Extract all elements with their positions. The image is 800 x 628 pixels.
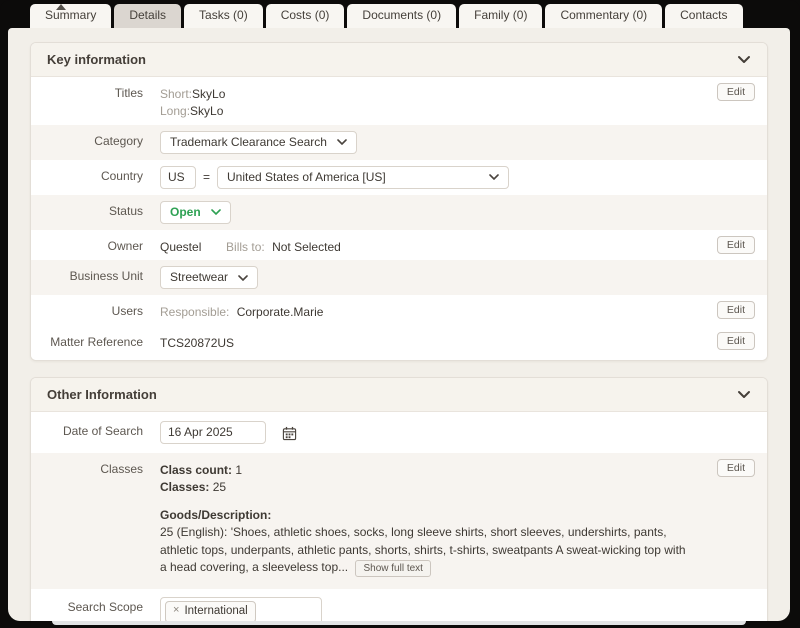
class-count-value: 1 bbox=[235, 463, 242, 477]
category-selected-value: Trademark Clearance Search bbox=[170, 134, 327, 151]
matter-reference-value: TCS20872US bbox=[160, 336, 234, 350]
chevron-down-icon bbox=[489, 174, 499, 180]
tab-details[interactable]: Details bbox=[114, 4, 181, 28]
chevron-down-icon[interactable] bbox=[737, 55, 751, 64]
long-title-prefix: Long: bbox=[160, 104, 190, 118]
owner-row: Owner Questel Bills to: Not Selected Edi… bbox=[31, 230, 767, 260]
country-select[interactable]: United States of America [US] bbox=[217, 166, 509, 189]
chevron-down-icon bbox=[211, 209, 221, 215]
search-scope-label: Search Scope bbox=[45, 595, 143, 616]
status-selected-value: Open bbox=[170, 204, 201, 221]
edit-titles-button[interactable]: Edit bbox=[717, 83, 755, 101]
chevron-down-icon bbox=[337, 139, 347, 145]
category-select[interactable]: Trademark Clearance Search bbox=[160, 131, 357, 154]
tab-summary[interactable]: Summary bbox=[30, 4, 111, 28]
business-unit-label: Business Unit bbox=[45, 264, 143, 285]
titles-row: Titles Short:SkyLo Long:SkyLo Edit bbox=[31, 77, 767, 125]
matter-reference-row: Matter Reference TCS20872US Edit bbox=[31, 326, 767, 360]
edit-users-button[interactable]: Edit bbox=[717, 301, 755, 319]
show-full-text-button[interactable]: Show full text bbox=[355, 560, 430, 577]
tab-costs[interactable]: Costs (0) bbox=[266, 4, 345, 28]
owner-label: Owner bbox=[45, 234, 143, 255]
country-selected-value: United States of America [US] bbox=[227, 169, 386, 186]
date-of-search-input[interactable] bbox=[160, 421, 266, 444]
users-row: Users Responsible: Corporate.Marie Edit bbox=[31, 295, 767, 325]
classes-label: Classes bbox=[45, 457, 143, 478]
tab-family[interactable]: Family (0) bbox=[459, 4, 542, 28]
business-unit-row: Business Unit Streetwear bbox=[31, 260, 767, 295]
matter-reference-label: Matter Reference bbox=[45, 330, 143, 351]
edit-owner-button[interactable]: Edit bbox=[717, 236, 755, 254]
key-information-header[interactable]: Key information bbox=[31, 43, 767, 77]
tab-bar: Summary Details Tasks (0) Costs (0) Docu… bbox=[8, 4, 790, 28]
bills-to-prefix: Bills to: bbox=[226, 240, 265, 254]
chevron-down-icon[interactable] bbox=[737, 390, 751, 399]
country-row: Country = United States of America [US] bbox=[31, 160, 767, 195]
category-row: Category Trademark Clearance Search bbox=[31, 125, 767, 160]
other-information-header[interactable]: Other Information bbox=[31, 378, 767, 412]
responsible-value: Corporate.Marie bbox=[237, 305, 324, 319]
classes-prefix: Classes: bbox=[160, 480, 209, 494]
short-title-prefix: Short: bbox=[160, 87, 192, 101]
other-information-panel: Other Information Date of Search bbox=[30, 377, 768, 621]
tab-commentary[interactable]: Commentary (0) bbox=[545, 4, 662, 28]
chevron-down-icon bbox=[238, 275, 248, 281]
remove-tag-icon[interactable]: × bbox=[173, 603, 179, 619]
goods-description-heading: Goods/Description: bbox=[160, 507, 689, 524]
titles-value: Short:SkyLo Long:SkyLo bbox=[160, 81, 753, 121]
country-label: Country bbox=[45, 164, 143, 185]
tab-documents[interactable]: Documents (0) bbox=[347, 4, 456, 28]
short-title-value: SkyLo bbox=[192, 87, 225, 101]
equals-sign: = bbox=[203, 169, 210, 186]
classes-value: 25 bbox=[213, 480, 226, 494]
status-select[interactable]: Open bbox=[160, 201, 231, 224]
tab-tasks[interactable]: Tasks (0) bbox=[184, 4, 263, 28]
responsible-prefix: Responsible: bbox=[160, 305, 229, 319]
users-label: Users bbox=[45, 299, 143, 320]
date-of-search-row: Date of Search bbox=[31, 412, 767, 453]
search-scope-row: Search Scope × International bbox=[31, 589, 767, 621]
calendar-icon[interactable] bbox=[282, 423, 297, 441]
edit-matter-reference-button[interactable]: Edit bbox=[717, 332, 755, 350]
status-row: Status Open bbox=[31, 195, 767, 230]
titles-label: Titles bbox=[45, 81, 143, 102]
business-unit-select[interactable]: Streetwear bbox=[160, 266, 258, 289]
country-code-input[interactable] bbox=[160, 166, 196, 189]
business-unit-selected-value: Streetwear bbox=[170, 269, 228, 286]
owner-value: Questel bbox=[160, 240, 201, 254]
search-scope-tag: × International bbox=[165, 601, 256, 621]
long-title-value: SkyLo bbox=[190, 104, 223, 118]
tab-contacts[interactable]: Contacts bbox=[665, 4, 742, 28]
goods-description-text-wrap: 25 (English): 'Shoes, athletic shoes, so… bbox=[160, 524, 689, 577]
window-canvas: Summary Details Tasks (0) Costs (0) Docu… bbox=[8, 4, 790, 625]
window-bottom-edge bbox=[52, 621, 746, 625]
key-information-panel: Key information Titles Short:SkyLo Long:… bbox=[30, 42, 768, 361]
edit-classes-button[interactable]: Edit bbox=[717, 459, 755, 477]
status-label: Status bbox=[45, 199, 143, 220]
date-of-search-label: Date of Search bbox=[45, 419, 143, 440]
search-scope-tag-value: International bbox=[184, 603, 247, 620]
caret-up-icon bbox=[56, 4, 66, 10]
key-information-title: Key information bbox=[47, 52, 146, 67]
other-information-title: Other Information bbox=[47, 387, 157, 402]
category-label: Category bbox=[45, 129, 143, 150]
search-scope-multiselect[interactable]: × International bbox=[160, 597, 322, 621]
details-page: Key information Titles Short:SkyLo Long:… bbox=[8, 28, 790, 621]
classes-row: Classes Class count: 1 Classes: 25 Goods… bbox=[31, 453, 767, 589]
matter-details-screen: Summary Details Tasks (0) Costs (0) Docu… bbox=[0, 0, 800, 628]
class-count-prefix: Class count: bbox=[160, 463, 232, 477]
bills-to-value: Not Selected bbox=[272, 240, 341, 254]
